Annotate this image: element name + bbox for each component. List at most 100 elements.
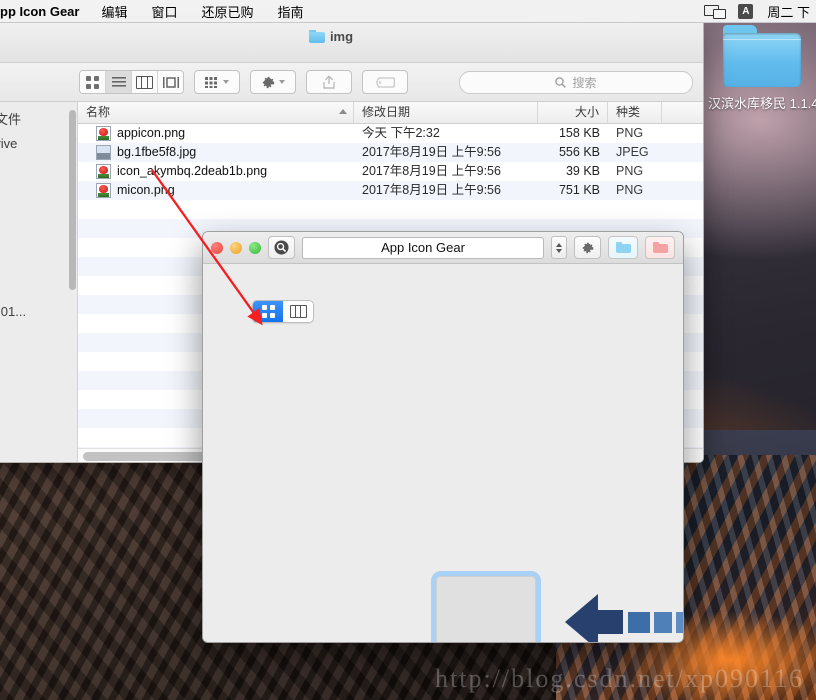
sidebar-item-ps[interactable]: ps — [0, 240, 77, 264]
file-kind-cell: JPEG — [608, 143, 662, 162]
input-source-icon[interactable]: A — [738, 4, 753, 19]
sidebar-item-blank-1[interactable] — [0, 180, 77, 204]
list-view-button[interactable] — [106, 71, 132, 93]
sidebar-item-icloud-drive[interactable]: ud Drive — [0, 132, 77, 156]
icon-view-button[interactable] — [80, 71, 106, 93]
chevron-down-icon — [223, 80, 229, 84]
sidebar-item-shared-1[interactable]: 洁-pc — [0, 276, 77, 300]
chevron-up-icon — [556, 243, 562, 247]
table-row[interactable]: icon_akymbq.2deab1b.png 2017年8月19日 上午9:5… — [78, 162, 703, 181]
sidebar-item-tag[interactable]: on — [0, 360, 77, 384]
gear-grid-view-button[interactable] — [253, 301, 283, 322]
finder-titlebar[interactable]: img — [0, 22, 703, 63]
gallery-icon — [163, 77, 179, 88]
finder-sidebar[interactable]: 所有文件 ud Drive 程序 ps 洁-pc top-sj01... e-p… — [0, 102, 78, 463]
sidebar-gap-2 — [0, 264, 77, 276]
arrange-icon — [205, 77, 220, 88]
stepper-control[interactable] — [551, 236, 567, 259]
menu-clock[interactable]: 周二 下 — [767, 2, 810, 21]
search-button[interactable] — [268, 236, 295, 259]
file-date-cell: 今天 下午2:32 — [354, 124, 538, 143]
gear-titlebar[interactable]: App Icon Gear — [203, 232, 683, 264]
dropzone-inner-border — [436, 576, 536, 643]
open-folder-button[interactable] — [608, 236, 638, 259]
column-header-size[interactable]: 大小 — [538, 102, 608, 123]
png-file-icon — [96, 183, 111, 198]
gear-view-mode-control[interactable] — [252, 300, 314, 323]
table-row[interactable]: appicon.png 今天 下午2:32 158 KB PNG — [78, 124, 703, 143]
png-file-icon — [96, 126, 111, 141]
share-button[interactable] — [306, 70, 352, 94]
sidebar-gap-1 — [0, 228, 77, 240]
column-view-button[interactable] — [132, 71, 158, 93]
grid-icon — [86, 76, 99, 89]
menu-app-name[interactable]: pp Icon Gear — [0, 4, 89, 19]
view-mode-segmented-control[interactable] — [79, 70, 184, 94]
sidebar-gap-3 — [0, 348, 77, 360]
finder-search-placeholder: 搜索 — [572, 74, 596, 91]
app-icon-gear-window[interactable]: App Icon Gear — [202, 231, 684, 643]
file-kind-cell: PNG — [608, 181, 662, 200]
file-size-cell: 39 KB — [538, 162, 608, 181]
desktop-folder-label: 汉滨水库移民 1.1.4 — [708, 93, 816, 112]
sidebar-item-applications[interactable]: 程序 — [0, 156, 77, 180]
column-header-kind[interactable]: 种类 — [608, 102, 662, 123]
project-name-field[interactable]: App Icon Gear — [302, 237, 544, 259]
menu-item-restore-purchases[interactable]: 还原已购 — [190, 2, 266, 21]
column-header-date[interactable]: 修改日期 — [354, 102, 538, 123]
display-mirroring-icon[interactable] — [704, 5, 724, 18]
gear-icon — [261, 75, 276, 90]
chevron-down-icon — [279, 80, 285, 84]
folder-pink-icon — [653, 242, 668, 253]
finder-title-text: img — [330, 29, 353, 44]
file-name-cell: micon.png — [78, 181, 354, 200]
arrange-button[interactable] — [194, 70, 240, 94]
file-date-cell: 2017年8月19日 上午9:56 — [354, 143, 538, 162]
empty-row — [78, 200, 703, 219]
file-name-text: micon.png — [117, 181, 175, 200]
sidebar-item-blank-2[interactable] — [0, 204, 77, 228]
table-row[interactable]: micon.png 2017年8月19日 上午9:56 751 KB PNG — [78, 181, 703, 200]
file-name-cell: bg.1fbe5f8.jpg — [78, 143, 354, 162]
minimize-button[interactable] — [230, 242, 242, 254]
tag-icon — [374, 77, 396, 88]
file-name-text: bg.1fbe5f8.jpg — [117, 143, 196, 162]
gallery-view-button[interactable] — [158, 71, 183, 93]
sidebar-scrollbar[interactable] — [69, 110, 76, 290]
menu-item-guide[interactable]: 指南 — [266, 2, 316, 21]
folder-blue-icon — [616, 242, 631, 253]
jpeg-file-icon — [96, 145, 111, 160]
file-name-text: icon_akymbq.2deab1b.png — [117, 162, 267, 181]
sidebar-item-all-files[interactable]: 所有文件 — [0, 108, 77, 132]
column-header-name[interactable]: 名称 — [78, 102, 354, 123]
file-name-text: appicon.png — [117, 124, 185, 143]
desktop-folder-item[interactable]: 汉滨水库移民 1.1.4 — [708, 25, 816, 112]
search-icon — [274, 240, 289, 255]
file-size-cell: 158 KB — [538, 124, 608, 143]
settings-button[interactable] — [574, 236, 601, 259]
output-folder-button[interactable] — [645, 236, 675, 259]
sidebar-item-shared-2[interactable]: top-sj01... — [0, 300, 77, 324]
tags-button[interactable] — [362, 70, 408, 94]
gear-window-body — [203, 264, 683, 643]
file-name-cell: icon_akymbq.2deab1b.png — [78, 162, 354, 181]
zoom-button[interactable] — [249, 242, 261, 254]
menu-item-window[interactable]: 窗口 — [139, 2, 189, 21]
file-size-cell: 751 KB — [538, 181, 608, 200]
menu-item-edit[interactable]: 编辑 — [89, 2, 139, 21]
file-size-cell: 556 KB — [538, 143, 608, 162]
gear-column-view-button[interactable] — [283, 301, 313, 322]
finder-toolbar: 搜索 — [0, 63, 703, 102]
columns-icon — [136, 76, 153, 89]
action-button[interactable] — [250, 70, 296, 94]
sidebar-item-shared-3[interactable]: e-pc — [0, 324, 77, 348]
search-icon — [555, 77, 566, 88]
share-icon — [323, 75, 335, 89]
table-row[interactable]: bg.1fbe5f8.jpg 2017年8月19日 上午9:56 556 KB … — [78, 143, 703, 162]
chevron-down-icon — [556, 249, 562, 253]
close-button[interactable] — [211, 242, 223, 254]
menu-bar: pp Icon Gear 编辑 窗口 还原已购 指南 A 周二 下 — [0, 0, 816, 23]
file-list-header: 名称 修改日期 大小 种类 — [78, 102, 703, 124]
finder-search-field[interactable]: 搜索 — [459, 71, 693, 94]
image-dropzone[interactable] — [431, 571, 541, 643]
